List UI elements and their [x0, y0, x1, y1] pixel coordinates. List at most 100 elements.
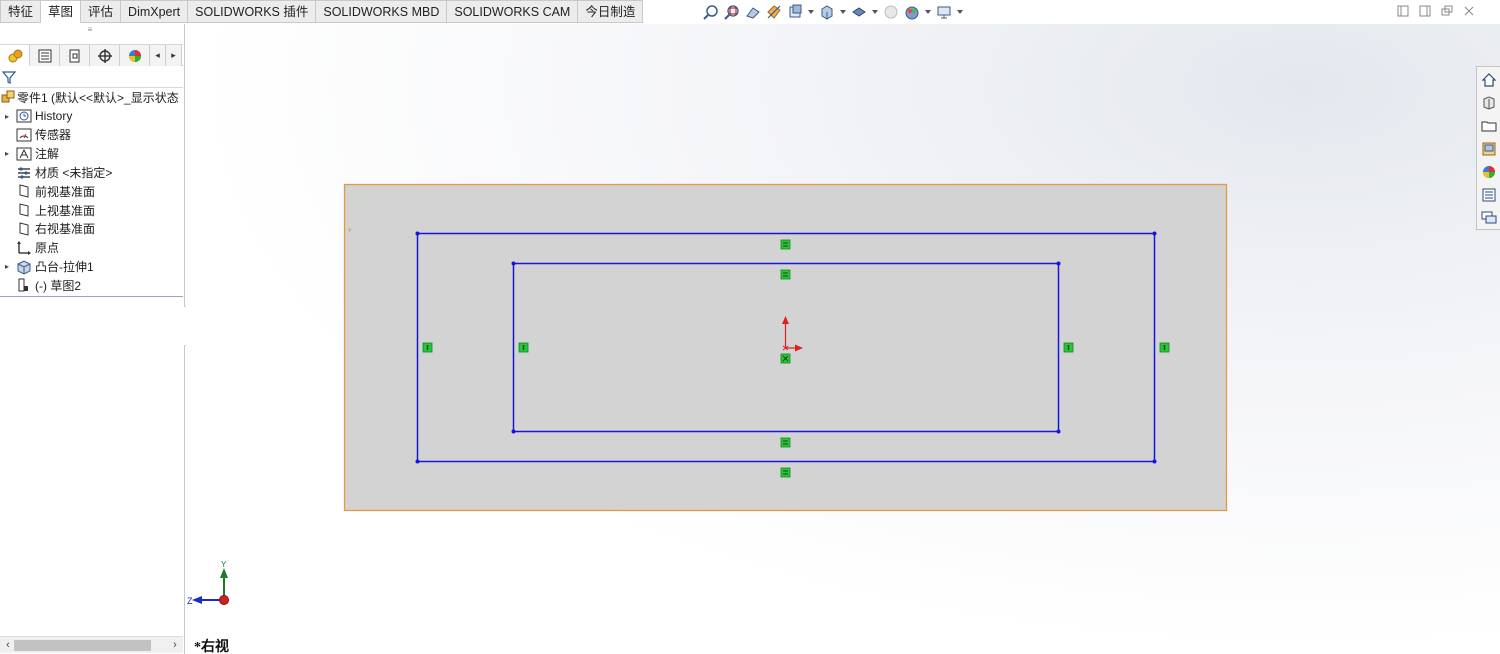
chevron-down-icon[interactable] [871, 3, 879, 21]
sketch-point[interactable] [1152, 459, 1157, 464]
task-pane [1476, 66, 1500, 230]
tree-item[interactable]: 原点 [0, 238, 183, 257]
chevron-down-icon[interactable] [839, 3, 847, 21]
feature-manager-panel: ≡ ◂ ▸ 零件1 (默认<<默认>_显示状态 ▸ History 传感器 ▸ 注解 材质 … [0, 24, 185, 654]
tree-item-label: 凸台-拉伸1 [35, 260, 94, 275]
command-tab[interactable]: 评估 [81, 0, 122, 23]
view-settings-icon[interactable] [935, 3, 953, 21]
view-orientation-icon[interactable] [818, 3, 836, 21]
design-library-button[interactable] [1478, 92, 1500, 115]
sketch-point[interactable] [511, 429, 516, 434]
edit-appearance-icon[interactable] [903, 3, 921, 21]
chevron-right-icon: ▸ [171, 50, 176, 60]
expand-arrow-icon[interactable]: ▸ [3, 262, 11, 271]
chevron-down-icon[interactable] [807, 3, 815, 21]
tree-item[interactable]: ▸ 注解 [0, 144, 183, 163]
tree-item[interactable]: (-) 草图2 [0, 276, 183, 295]
window-controls [1396, 4, 1476, 18]
tree-filter[interactable] [0, 66, 183, 88]
tree-item[interactable]: ▸ History [0, 107, 183, 126]
sketch-point[interactable] [1056, 261, 1061, 266]
sketch-point[interactable] [1056, 429, 1061, 434]
part-icon [0, 89, 16, 105]
sketch-viewport[interactable]: + Y Z [186, 24, 1500, 654]
forum-button[interactable] [1478, 206, 1500, 229]
tree-item[interactable]: 材质 <未指定> [0, 163, 183, 182]
file-explorer-icon [1481, 121, 1496, 132]
configuration-manager-tab[interactable] [60, 45, 90, 66]
custom-properties-icon [1482, 188, 1495, 202]
configuration-manager-icon [69, 49, 79, 62]
horizontal-relation-icon[interactable] [780, 437, 791, 448]
section-view-icon[interactable] [765, 3, 783, 21]
chevron-down-icon[interactable] [924, 3, 932, 21]
scroll-right-icon[interactable]: › [167, 637, 183, 654]
command-tab[interactable]: DimXpert [121, 0, 189, 23]
zoom-to-area-icon[interactable] [723, 3, 741, 21]
expand-arrow-icon[interactable]: ▸ [3, 149, 11, 158]
vertical-relation-icon[interactable] [1063, 342, 1074, 353]
tabs-scroll-left[interactable]: ◂ [150, 45, 166, 66]
dimxpert-manager-tab[interactable] [90, 45, 120, 66]
horizontal-relation-icon[interactable] [780, 467, 791, 478]
material-icon [16, 165, 32, 181]
part-corner-marker: + [347, 225, 352, 235]
sketch-point[interactable] [415, 231, 420, 236]
scrollbar-thumb[interactable] [14, 640, 151, 651]
custom-properties-button[interactable] [1478, 183, 1500, 206]
zoom-to-fit-icon[interactable] [702, 3, 720, 21]
triad-y-label: Y [221, 560, 227, 569]
horizontal-scrollbar[interactable]: ‹ › [0, 636, 183, 653]
graphics-area[interactable]: + Y Z *右视 [186, 24, 1500, 654]
expand-arrow-icon[interactable]: ▸ [3, 112, 11, 121]
command-tab[interactable]: SOLIDWORKS CAM [447, 0, 579, 23]
command-tab[interactable]: SOLIDWORKS 插件 [188, 0, 317, 23]
command-tab[interactable]: SOLIDWORKS MBD [316, 0, 448, 23]
tree-item[interactable]: ▸ 凸台-拉伸1 [0, 257, 183, 276]
display-style-icon[interactable] [850, 3, 868, 21]
feature-manager-tab[interactable] [0, 45, 30, 66]
tree-item-label: 前视基准面 [35, 184, 96, 199]
vertical-relation-icon[interactable] [518, 342, 529, 353]
dynamic-annotation-icon[interactable] [786, 3, 804, 21]
sketch-point[interactable] [415, 459, 420, 464]
previous-view-icon[interactable] [744, 3, 762, 21]
view-palette-button[interactable] [1478, 138, 1500, 161]
command-tab[interactable]: 特征 [0, 0, 42, 23]
vertical-relation-icon[interactable] [1159, 342, 1170, 353]
chevron-down-icon[interactable] [956, 3, 964, 21]
property-manager-icon [38, 49, 51, 62]
sketch-point[interactable] [1152, 231, 1157, 236]
property-manager-tab[interactable] [30, 45, 60, 66]
sketch-point[interactable] [511, 261, 516, 266]
tree-item-label: 注解 [35, 147, 60, 162]
command-tab[interactable]: 今日制造 [578, 0, 644, 23]
vertical-relation-icon[interactable] [422, 342, 433, 353]
tree-item[interactable]: 前视基准面 [0, 182, 183, 201]
appearances-button[interactable] [1478, 160, 1500, 183]
rollback-bar[interactable] [0, 296, 183, 297]
tree-root-item[interactable]: 零件1 (默认<<默认>_显示状态 [0, 88, 183, 107]
tree-item[interactable]: 传感器 [0, 126, 183, 145]
hide-show-items-icon[interactable] [882, 3, 900, 21]
tile-vertical-icon[interactable] [1418, 4, 1432, 18]
tree-item[interactable]: 上视基准面 [0, 201, 183, 220]
close-icon[interactable] [1462, 4, 1476, 18]
horizontal-relation-icon[interactable] [780, 239, 791, 250]
display-manager-tab[interactable] [120, 45, 150, 66]
tile-horizontal-icon[interactable] [1396, 4, 1410, 18]
history-icon [16, 108, 32, 124]
tree-item-label: (-) 草图2 [35, 278, 81, 293]
task-pane-home-button[interactable] [1478, 69, 1500, 92]
tree-item[interactable]: 右视基准面 [0, 220, 183, 239]
origin-icon [16, 240, 32, 256]
panel-splitter-grip[interactable]: ≡ [85, 26, 95, 34]
file-explorer-button[interactable] [1478, 115, 1500, 138]
tabs-scroll-right[interactable]: ▸ [166, 45, 182, 66]
restore-icon[interactable] [1440, 4, 1454, 18]
view-palette-icon [1482, 142, 1495, 156]
extrude-icon [16, 259, 32, 275]
horizontal-relation-icon[interactable] [780, 269, 791, 280]
reference-triad: Y Z [187, 560, 229, 606]
command-tab[interactable]: 草图 [41, 0, 82, 23]
